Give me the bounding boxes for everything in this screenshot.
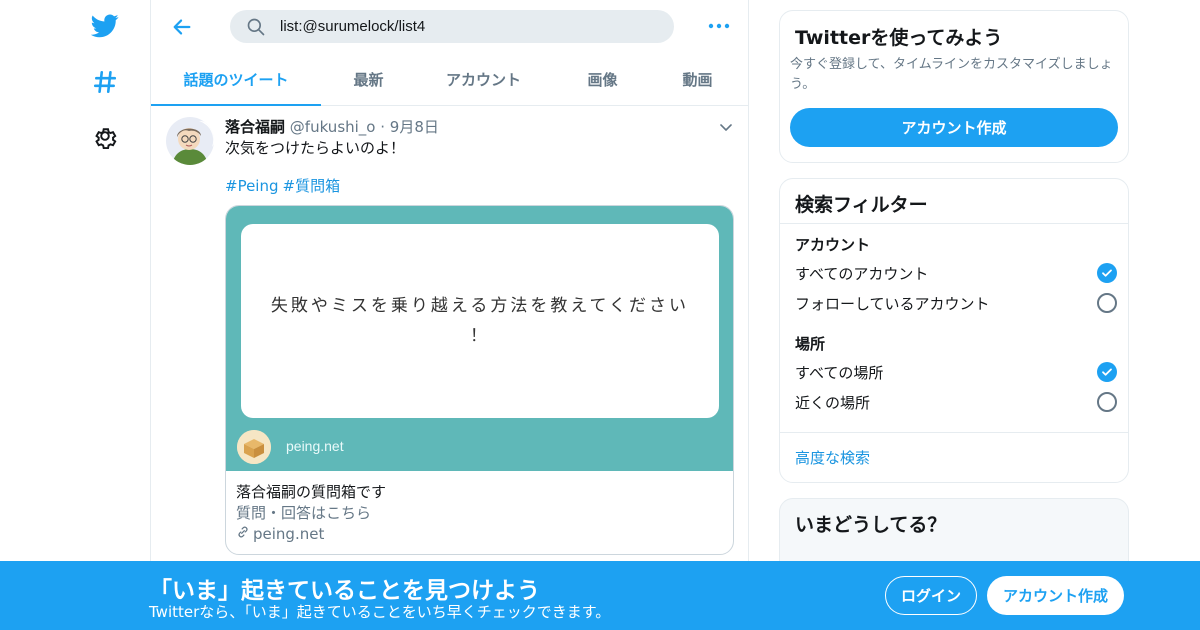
divider	[780, 432, 1128, 433]
advanced-search-link[interactable]: 高度な検索	[795, 447, 870, 468]
chevron-down-icon[interactable]	[718, 119, 734, 135]
filter-option-near-you[interactable]: 近くの場所	[795, 391, 1117, 413]
tweet-text: 次気をつけたらよいのよ！	[225, 139, 406, 157]
more-icon[interactable]	[707, 14, 731, 38]
card-description: 質問・回答はこちら	[236, 504, 372, 522]
filter-option-label: フォローしているアカウント	[795, 294, 990, 313]
login-button[interactable]: ログイン	[885, 576, 977, 615]
tab-images[interactable]: 画像	[551, 53, 654, 105]
page: 話題のツイート 最新 アカウント 画像 動画 落合福嗣	[0, 0, 1200, 630]
hashtag-link[interactable]: #質問箱	[283, 177, 341, 195]
filter-option-all-locations[interactable]: すべての場所	[795, 361, 1117, 383]
signup-subtitle: 今すぐ登録して、タイムラインをカスタマイズしましょう。	[790, 57, 1113, 92]
filter-option-label: すべてのアカウント	[795, 264, 929, 283]
tab-latest[interactable]: 最新	[321, 53, 416, 105]
signup-title: Twitterを使ってみよう	[795, 27, 1003, 49]
filter-option-label: 近くの場所	[795, 393, 871, 412]
card-question: 失敗やミスを乗り越える方法を教えてください ！	[260, 291, 700, 351]
tweet-date[interactable]: 9月8日	[390, 118, 439, 136]
card-link-domain: peing.net	[253, 525, 325, 543]
banner-title: 「いま」起きていることを見つけよう	[149, 578, 540, 604]
search-input[interactable]	[280, 18, 640, 35]
divider	[780, 223, 1128, 224]
peing-logo-icon	[237, 430, 271, 464]
search-icon	[246, 17, 266, 37]
radio-button[interactable]	[1097, 392, 1117, 412]
tweet-author-name[interactable]: 落合福嗣	[225, 118, 285, 136]
tab-accounts[interactable]: アカウント	[416, 53, 551, 105]
search-tabs: 話題のツイート 最新 アカウント 画像 動画	[151, 53, 749, 106]
banner-create-account-button[interactable]: アカウント作成	[987, 576, 1124, 615]
card-question-line: 失敗やミスを乗り越える方法を教えてください	[270, 296, 690, 316]
avatar[interactable]	[166, 117, 214, 165]
tweet-separator: ·	[375, 118, 390, 136]
signup-banner: 「いま」起きていることを見つけよう Twitterなら、「いま」起きていることを…	[0, 561, 1200, 630]
signup-card: Twitterを使ってみよう 今すぐ登録して、タイムラインをカスタマイズしましょ…	[779, 10, 1129, 163]
card-image-domain: peing.net	[286, 438, 344, 454]
link-card[interactable]: 失敗やミスを乗り越える方法を教えてください ！ peing.net 落合福嗣の質…	[225, 205, 734, 555]
trends-title: いまどうしてる？	[795, 514, 947, 536]
filter-option-all-accounts[interactable]: すべてのアカウント	[795, 262, 1117, 284]
create-account-button[interactable]: アカウント作成	[790, 108, 1118, 147]
tweet-header: 落合福嗣 @fukushi_o · 9月8日	[225, 116, 439, 137]
tab-videos[interactable]: 動画	[654, 53, 741, 105]
banner-subtitle: Twitterなら、「いま」起きていることをいち早くチェックできます。	[149, 603, 611, 621]
filter-option-label: すべての場所	[795, 363, 884, 382]
card-image: 失敗やミスを乗り越える方法を教えてください ！ peing.net	[226, 206, 733, 471]
tweet-author-handle[interactable]: @fukushi_o	[290, 118, 376, 136]
gear-icon[interactable]	[91, 122, 119, 150]
hashtag-link[interactable]: #Peing	[225, 177, 279, 195]
filter-section-location: 場所	[795, 335, 826, 353]
filter-section-accounts: アカウント	[795, 236, 871, 254]
search-box[interactable]	[230, 10, 674, 43]
card-title: 落合福嗣の質問箱です	[236, 483, 387, 501]
left-nav	[80, 0, 150, 630]
card-question-line: ！	[470, 326, 490, 346]
tweet-hashtags: #Peing #質問箱	[225, 175, 344, 196]
checkmark-icon[interactable]	[1097, 263, 1117, 283]
search-filter-card: 検索フィルター アカウント すべてのアカウント フォローしているアカウント 場所…	[779, 178, 1129, 483]
link-icon	[236, 524, 253, 544]
card-link: peing.net	[236, 524, 726, 544]
back-arrow-icon[interactable]	[169, 14, 195, 40]
filter-title: 検索フィルター	[795, 194, 928, 216]
hashtag-icon[interactable]	[91, 68, 119, 96]
checkmark-icon[interactable]	[1097, 362, 1117, 382]
radio-button[interactable]	[1097, 293, 1117, 313]
main-column: 話題のツイート 最新 アカウント 画像 動画 落合福嗣	[150, 0, 749, 630]
twitter-bird-icon[interactable]	[91, 12, 119, 40]
tweet[interactable]: 落合福嗣 @fukushi_o · 9月8日 次気をつけたらよいのよ！ #Pei…	[151, 107, 749, 567]
filter-option-following[interactable]: フォローしているアカウント	[795, 292, 1117, 314]
card-body: 落合福嗣の質問箱です 質問・回答はこちら peing.net	[236, 482, 726, 544]
tab-top[interactable]: 話題のツイート	[151, 53, 321, 106]
card-question-box: 失敗やミスを乗り越える方法を教えてください ！	[241, 224, 719, 418]
